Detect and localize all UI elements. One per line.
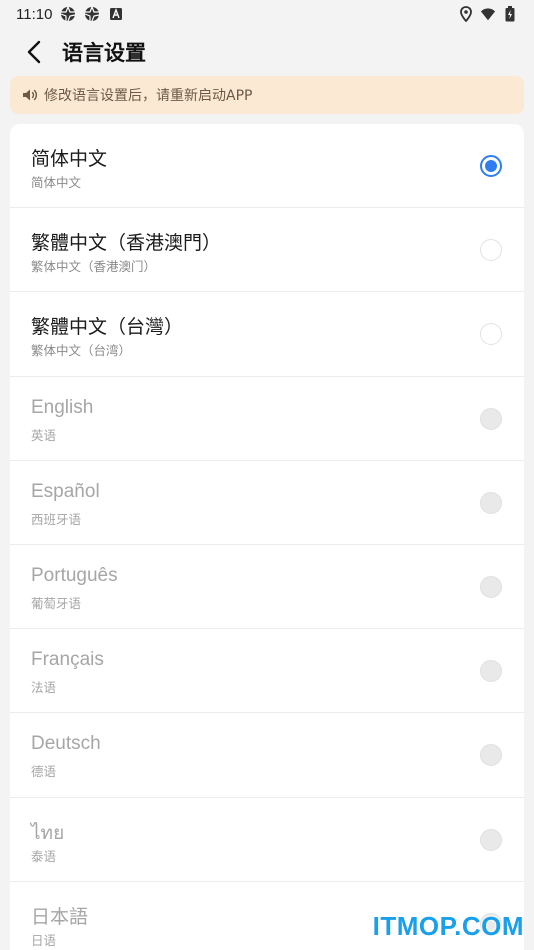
status-left: 11:10 <box>16 6 124 23</box>
language-name: English <box>31 396 94 418</box>
language-option: Deutsch 德语 <box>10 713 524 798</box>
back-button[interactable] <box>8 28 60 76</box>
language-name: Deutsch <box>31 733 101 755</box>
language-subtitle: 简体中文 <box>31 175 82 190</box>
status-bar: 11:10 <box>0 0 534 28</box>
language-list: 简体中文 简体中文 繁體中文（香港澳門） 繁体中文（香港澳门） 繁體中文（台灣） 繁体中文… <box>10 124 524 950</box>
notice-text: 修改语言设置后，请重新启动APP <box>44 88 253 104</box>
restart-notice: 修改语言设置后，请重新启动APP <box>10 76 524 114</box>
language-name: Español <box>31 480 100 502</box>
status-right <box>458 6 518 22</box>
language-radio <box>480 575 502 598</box>
language-radio[interactable] <box>480 155 502 177</box>
language-subtitle: 德语 <box>31 764 57 780</box>
language-subtitle: 繁体中文（台湾） <box>31 343 132 359</box>
language-subtitle: 法语 <box>31 680 57 696</box>
language-radio <box>480 491 502 514</box>
status-time: 11:10 <box>16 5 53 23</box>
watermark-logo: ITMOP.COM <box>372 911 524 941</box>
language-radio <box>480 660 502 683</box>
app-header: 语言设置 <box>0 28 534 76</box>
language-option: English 英语 <box>10 377 524 461</box>
language-subtitle: 泰语 <box>31 848 57 864</box>
aperture-icon <box>60 6 76 22</box>
language-option: Français 法语 <box>10 629 524 714</box>
language-subtitle: 西班牙语 <box>31 511 82 527</box>
language-subtitle: 英语 <box>31 427 57 443</box>
speaker-icon <box>22 88 38 102</box>
battery-icon <box>502 6 518 22</box>
language-radio[interactable] <box>480 239 502 262</box>
language-subtitle: 日语 <box>31 932 57 948</box>
language-name: Português <box>31 564 118 586</box>
language-subtitle: 葡萄牙语 <box>31 595 82 611</box>
language-radio <box>480 407 502 430</box>
chevron-left-icon <box>27 40 41 64</box>
language-name: ไทย <box>31 822 65 844</box>
aperture-icon <box>84 6 100 22</box>
location-icon <box>458 6 474 22</box>
wifi-icon <box>480 6 496 22</box>
language-radio <box>480 744 502 767</box>
a-badge-icon <box>108 6 124 22</box>
language-option[interactable]: 繁體中文（台灣） 繁体中文（台湾） <box>10 292 524 377</box>
language-radio <box>480 828 502 851</box>
language-name: 日本語 <box>31 906 89 928</box>
language-option: ไทย 泰语 <box>10 798 524 882</box>
page-title: 语言设置 <box>62 41 146 65</box>
language-option[interactable]: 繁體中文（香港澳門） 繁体中文（香港澳门） <box>10 208 524 293</box>
language-radio[interactable] <box>480 323 502 346</box>
language-name: 繁體中文（香港澳門） <box>31 233 222 255</box>
language-option: Português 葡萄牙语 <box>10 545 524 630</box>
language-name: Français <box>31 649 104 671</box>
language-subtitle: 繁体中文（香港澳门） <box>31 259 157 275</box>
language-option: Español 西班牙语 <box>10 461 524 545</box>
language-name: 简体中文 <box>31 149 108 170</box>
language-name: 繁體中文（台灣） <box>31 317 184 339</box>
language-option[interactable]: 简体中文 简体中文 <box>10 124 524 209</box>
